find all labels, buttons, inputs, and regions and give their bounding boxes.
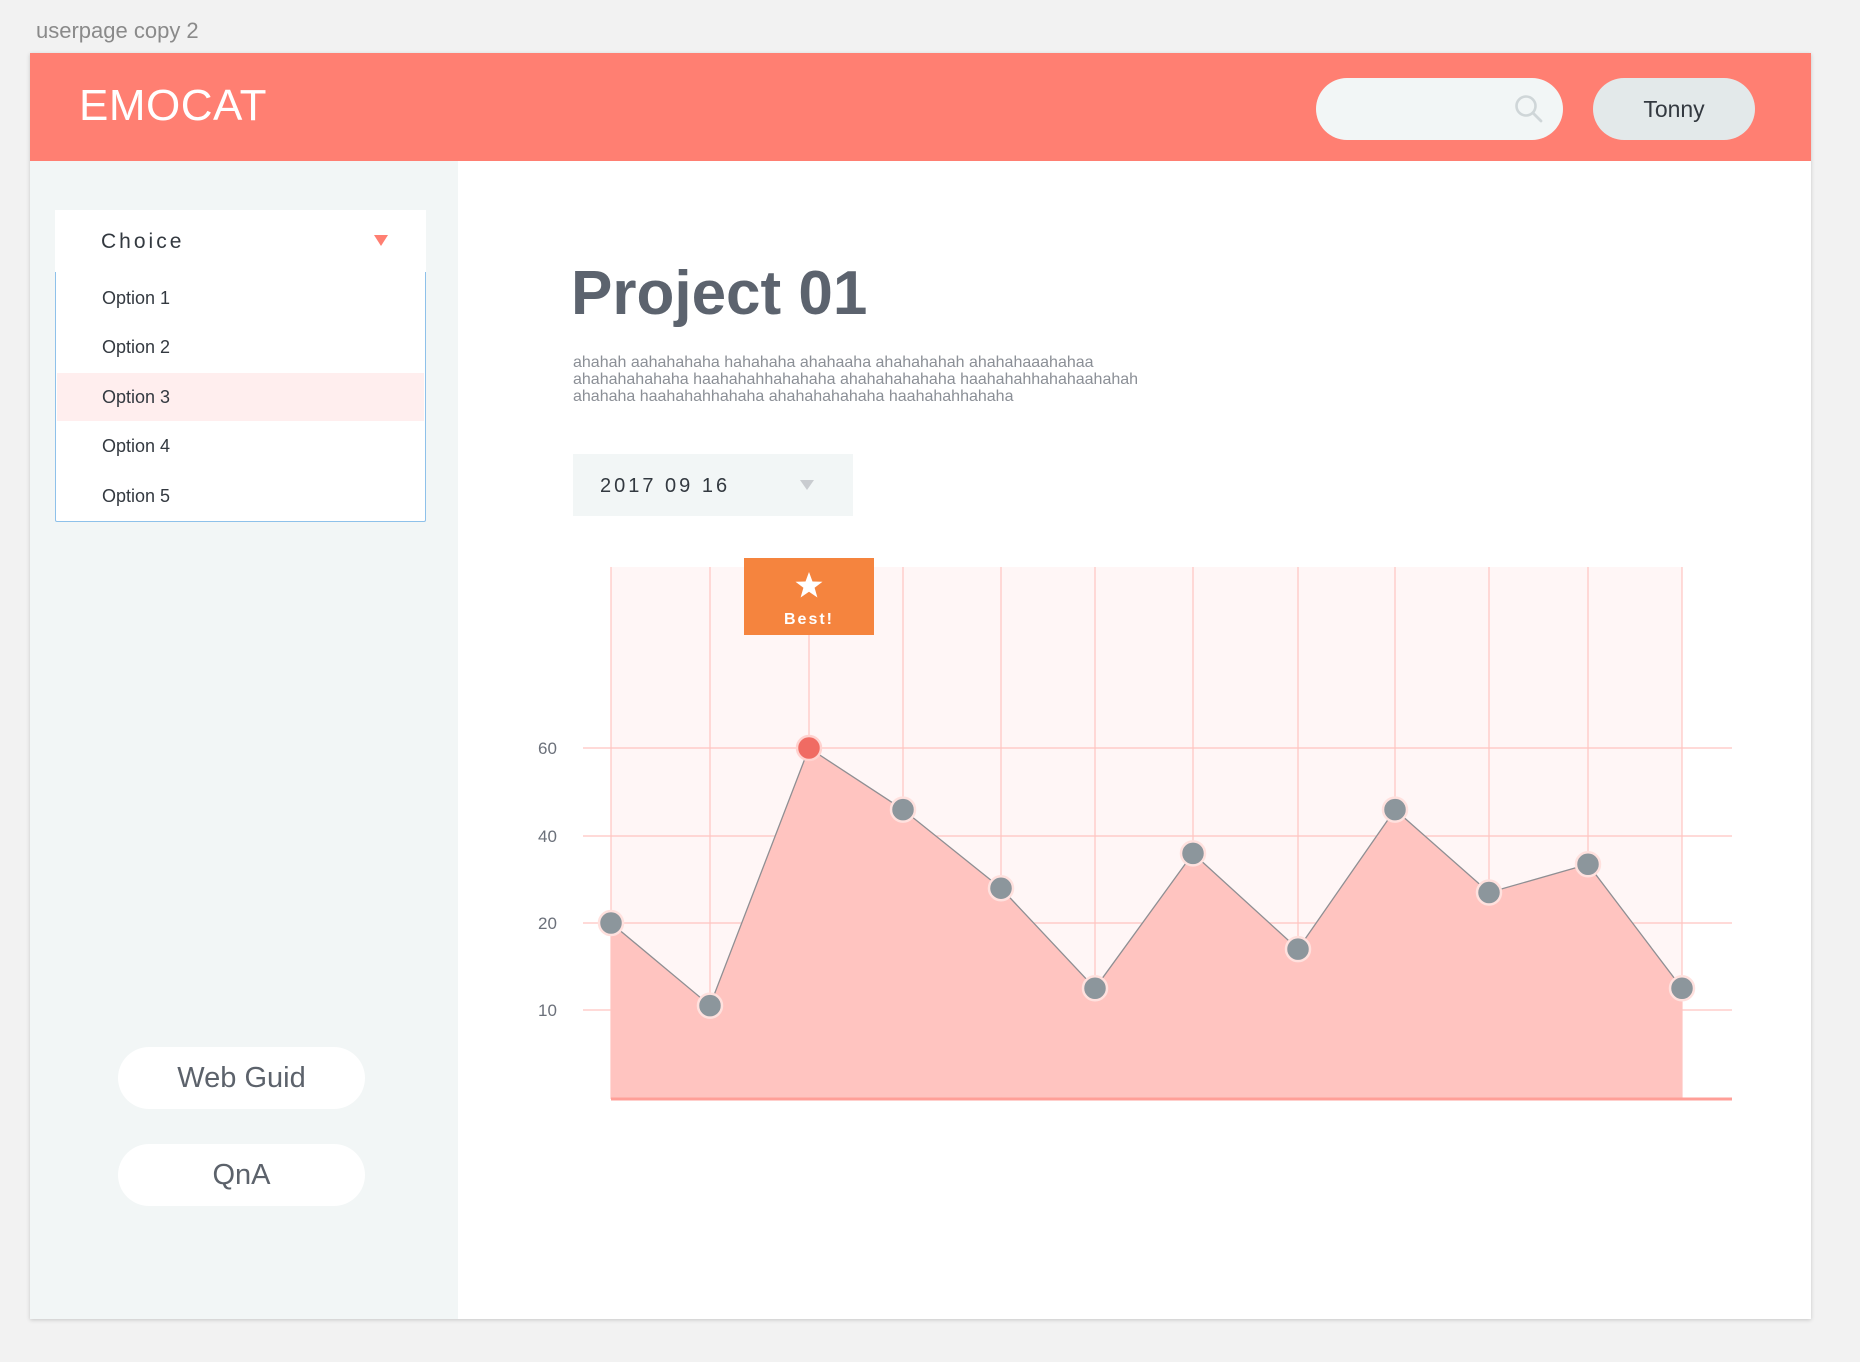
sidebar: Choice Option 1 Option 2 Option 3 Option… bbox=[30, 161, 458, 1319]
dropdown-option-5[interactable]: Option 5 bbox=[57, 472, 424, 520]
data-point bbox=[987, 874, 1015, 902]
artboard-label: userpage copy 2 bbox=[36, 18, 199, 43]
y-tick-label: 10 bbox=[538, 1001, 557, 1020]
best-label: Best! bbox=[784, 611, 834, 628]
search-icon[interactable] bbox=[1513, 93, 1545, 125]
data-point bbox=[1081, 975, 1109, 1002]
data-point bbox=[1475, 879, 1503, 906]
dropdown-option-2[interactable]: Option 2 bbox=[57, 323, 424, 371]
data-point bbox=[1179, 840, 1207, 867]
data-point bbox=[1668, 975, 1696, 1002]
main-content: Project 01 ahahah aahahahaha hahahaha ah… bbox=[458, 161, 1811, 1319]
area-chart: 60 40 20 10 Best! bbox=[538, 558, 1732, 1101]
dropdown-option-1[interactable]: Option 1 bbox=[57, 274, 424, 322]
dropdown-option-3[interactable]: Option 3 bbox=[57, 373, 424, 421]
y-tick-label: 20 bbox=[538, 914, 557, 933]
data-point bbox=[1284, 935, 1312, 963]
choice-dropdown-label: Choice bbox=[101, 230, 185, 253]
top-header: EMOCAT Tonny bbox=[30, 53, 1811, 161]
data-point bbox=[1574, 851, 1602, 878]
app-frame: EMOCAT Tonny Choice Option 1 Option 2 Op… bbox=[30, 53, 1811, 1319]
data-point bbox=[889, 796, 917, 823]
user-button[interactable]: Tonny bbox=[1593, 78, 1755, 140]
data-point bbox=[696, 992, 724, 1019]
data-point bbox=[597, 909, 625, 937]
choice-dropdown[interactable]: Choice bbox=[55, 210, 426, 272]
y-tick-label: 60 bbox=[538, 739, 557, 758]
logo[interactable]: EMOCAT bbox=[79, 81, 267, 131]
y-tick-label: 40 bbox=[538, 827, 557, 846]
web-guide-button[interactable]: Web Guid bbox=[118, 1047, 365, 1109]
qna-button[interactable]: QnA bbox=[118, 1144, 365, 1206]
dropdown-options-list: Option 1 Option 2 Option 3 Option 4 Opti… bbox=[55, 272, 426, 522]
dropdown-option-4[interactable]: Option 4 bbox=[57, 422, 424, 470]
best-point bbox=[795, 734, 823, 762]
data-point bbox=[1381, 796, 1409, 823]
caret-down-icon[interactable] bbox=[374, 235, 388, 246]
